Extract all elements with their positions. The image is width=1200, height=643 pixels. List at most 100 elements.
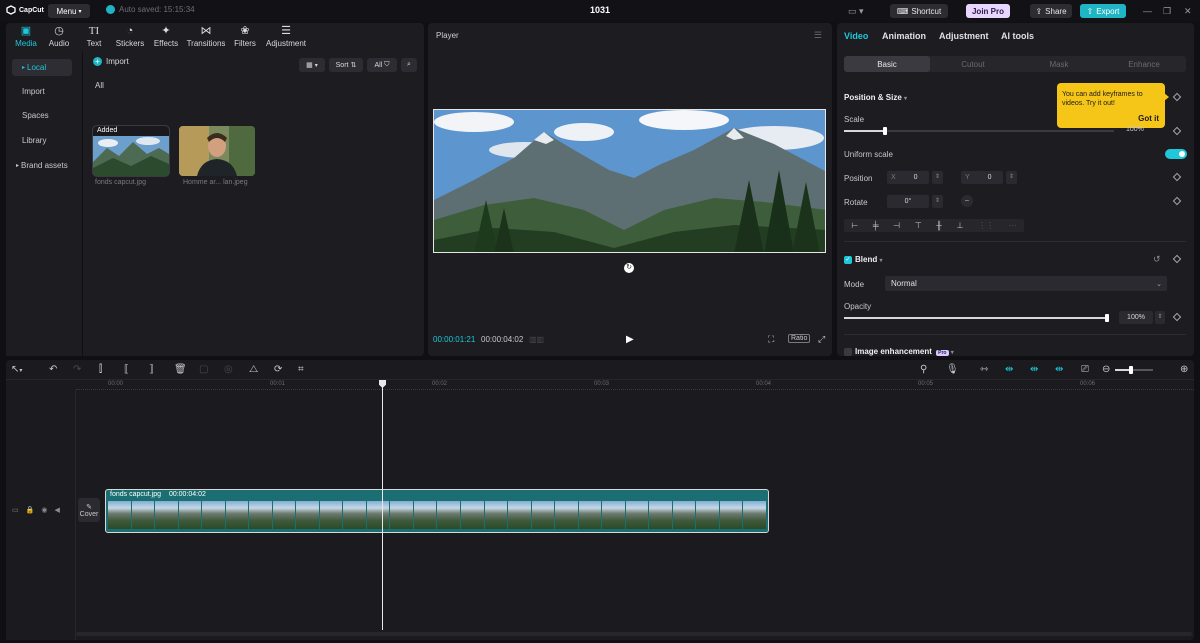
image-enhancement-title[interactable]: Image enhancement Pro ▾: [855, 347, 954, 356]
blend-mode-select[interactable]: Normal ⌄: [885, 276, 1167, 291]
tab-text[interactable]: TI Text: [76, 25, 112, 49]
zoom-fit-icon[interactable]: ⊕: [1180, 365, 1188, 375]
keyframe-diamond-icon[interactable]: [1172, 196, 1182, 206]
uniform-scale-toggle[interactable]: [1165, 149, 1187, 159]
maximize-icon[interactable]: ❐: [1163, 6, 1171, 17]
tab-filters[interactable]: ❀ Filters: [227, 25, 263, 49]
zoom-slider-thumb[interactable]: [1129, 366, 1133, 374]
subtab-mask[interactable]: Mask: [1016, 56, 1102, 72]
opacity-slider[interactable]: [844, 314, 1109, 322]
media-thumb-landscape[interactable]: Added: [92, 125, 170, 177]
tab-ai-tools[interactable]: AI tools: [1001, 31, 1034, 41]
project-title[interactable]: 1031: [560, 5, 640, 15]
close-icon[interactable]: ✕: [1184, 6, 1192, 17]
magnet-main-track-icon[interactable]: ⇹: [1005, 365, 1013, 375]
video-preview[interactable]: [433, 109, 826, 253]
marker-icon[interactable]: ⚲: [920, 365, 927, 375]
join-pro-button[interactable]: Join Pro: [966, 4, 1010, 18]
track-video-icon[interactable]: ▭: [12, 506, 19, 514]
minimize-icon[interactable]: —: [1143, 6, 1152, 16]
zoom-out-icon[interactable]: ⊖: [1102, 365, 1110, 375]
tab-animation[interactable]: Animation: [882, 31, 926, 41]
rotate-dial-icon[interactable]: –: [961, 195, 973, 207]
align-right-icon[interactable]: ⊣: [893, 221, 900, 230]
shortcut-button[interactable]: ⌨ Shortcut: [890, 4, 948, 18]
keyframe-diamond-icon[interactable]: [1172, 254, 1182, 264]
tab-stickers[interactable]: ◔ Stickers: [112, 25, 148, 49]
video-clip[interactable]: fonds capcut.jpg 00:00:04:02: [105, 489, 769, 533]
fullscreen-icon[interactable]: ⤢: [818, 334, 825, 345]
position-x-stepper-icon[interactable]: ⇕: [932, 171, 943, 184]
fit-screen-icon[interactable]: ⛶: [768, 334, 774, 345]
keyframe-diamond-icon[interactable]: [1172, 126, 1182, 136]
tab-video[interactable]: Video: [844, 31, 868, 41]
opacity-stepper-icon[interactable]: ⇕: [1155, 311, 1165, 324]
select-tool-icon[interactable]: ↖▾: [11, 365, 22, 376]
align-bottom-icon[interactable]: ⊥: [957, 221, 964, 230]
opacity-slider-thumb[interactable]: [1105, 314, 1109, 322]
preview-axis-icon[interactable]: ⎚: [1081, 365, 1089, 375]
eye-icon[interactable]: ◉: [41, 506, 47, 514]
align-top-icon[interactable]: ⊤: [915, 221, 922, 230]
delete-icon[interactable]: 🗑: [174, 365, 187, 375]
sidebar-item-brand-assets[interactable]: ▸ Brand assets: [12, 157, 72, 174]
position-y-field[interactable]: Y 0: [961, 171, 1003, 184]
split-icon[interactable]: ⫿: [99, 365, 102, 375]
scale-slider[interactable]: [844, 127, 1114, 135]
rotate-stepper-icon[interactable]: ⇕: [932, 195, 943, 208]
scale-value[interactable]: 100%: [1126, 126, 1144, 133]
sidebar-item-local[interactable]: ▸ Local: [12, 59, 72, 76]
tab-transitions[interactable]: ⋈ Transitions: [186, 25, 226, 49]
auto-snap-icon[interactable]: ⇹: [1030, 365, 1038, 375]
position-y-stepper-icon[interactable]: ⇕: [1006, 171, 1017, 184]
tooltip-got-it-button[interactable]: Got it: [1138, 114, 1159, 123]
align-center-v-icon[interactable]: ╫: [936, 221, 942, 230]
ratio-button[interactable]: Ratio: [788, 334, 811, 343]
keyframe-diamond-icon[interactable]: [1172, 312, 1182, 322]
tab-adjustment[interactable]: ☰ Adjustment: [264, 25, 308, 49]
image-enhancement-checkbox[interactable]: [844, 348, 852, 356]
subtab-basic[interactable]: Basic: [844, 56, 930, 72]
tab-effects[interactable]: ✦ Effects: [148, 25, 184, 49]
subtab-enhance[interactable]: Enhance: [1102, 56, 1186, 72]
cover-button[interactable]: ✎ Cover: [78, 498, 100, 522]
rotate-field[interactable]: 0°: [887, 195, 929, 208]
menu-button[interactable]: Menu ▾: [48, 4, 90, 18]
opacity-field[interactable]: 100%: [1119, 311, 1153, 324]
search-button[interactable]: ⌕: [401, 58, 417, 72]
media-thumb-portrait[interactable]: [179, 126, 255, 176]
rotate-icon[interactable]: ⟳: [274, 365, 282, 375]
position-x-field[interactable]: X 0: [887, 171, 929, 184]
keyframe-diamond-icon[interactable]: [1172, 172, 1182, 182]
sidebar-item-library[interactable]: Library: [12, 132, 72, 149]
freeze-icon[interactable]: ▢: [199, 365, 208, 375]
tab-adjustment-props[interactable]: Adjustment: [939, 31, 989, 41]
lock-icon[interactable]: 🔒: [26, 506, 35, 514]
keyframe-diamond-icon[interactable]: [1172, 92, 1182, 102]
playhead[interactable]: [379, 380, 386, 630]
tab-audio[interactable]: ◷ Audio: [41, 25, 77, 49]
blend-title[interactable]: Blend ▾: [855, 255, 882, 264]
sidebar-item-spaces[interactable]: Spaces: [12, 107, 72, 124]
view-mode-button[interactable]: ▦ ▾: [299, 58, 325, 72]
link-icon[interactable]: ⇿: [980, 365, 988, 375]
timeline-ruler[interactable]: 00:00 00:01 00:02 00:03 00:04 00:05 00:0…: [76, 380, 1194, 390]
timeline-scrollbar[interactable]: [76, 632, 1192, 636]
layout-icon[interactable]: ▭ ▾: [848, 6, 864, 17]
play-button[interactable]: ▶: [626, 334, 634, 345]
redo-icon[interactable]: ↷: [73, 365, 81, 375]
filter-all-button[interactable]: All ⛉: [367, 58, 397, 72]
subtab-cutout[interactable]: Cutout: [930, 56, 1016, 72]
distribute-v-icon[interactable]: ⋯: [1009, 221, 1017, 230]
microphone-icon[interactable]: 🎙: [946, 365, 959, 375]
sidebar-item-import[interactable]: Import: [12, 83, 72, 100]
linkage-icon[interactable]: ⇹: [1055, 365, 1063, 375]
zoom-slider[interactable]: [1115, 366, 1153, 374]
align-left-icon[interactable]: ⊢: [851, 221, 858, 230]
share-button[interactable]: ⇪ Share: [1030, 4, 1072, 18]
split-left-icon[interactable]: ⟦: [124, 365, 129, 375]
tab-media[interactable]: ▣ Media: [8, 25, 44, 49]
split-right-icon[interactable]: ⟧: [149, 365, 154, 375]
position-size-title[interactable]: Position & Size ▾: [844, 93, 907, 102]
player-menu-icon[interactable]: ☰: [814, 30, 822, 41]
